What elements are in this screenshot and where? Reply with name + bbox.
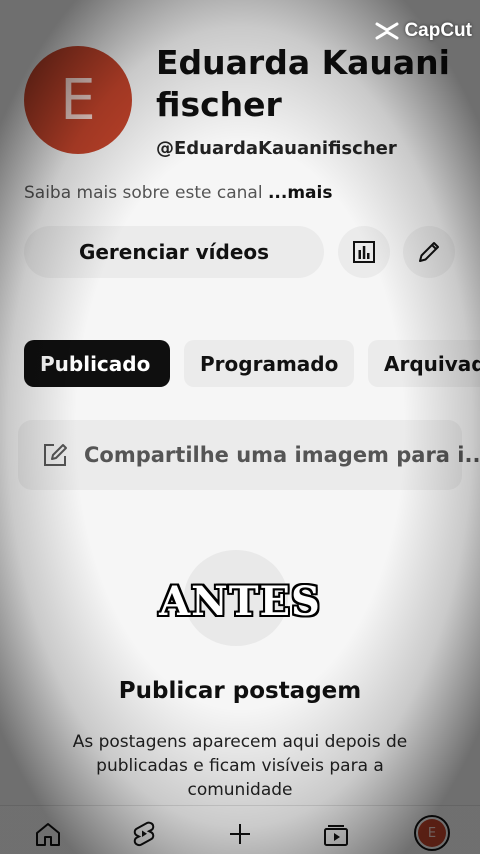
antes-overlay-caption: ANTES	[159, 578, 321, 625]
shorts-icon	[133, 821, 155, 847]
channel-name: Eduarda Kauani fischer	[156, 43, 450, 124]
nav-home[interactable]	[32, 818, 64, 850]
nav-profile-avatar[interactable]: E	[414, 815, 450, 851]
nav-avatar-letter: E	[418, 819, 446, 847]
home-icon	[36, 823, 60, 846]
empty-state-title: Publicar postagem	[118, 678, 362, 704]
about-more-link[interactable]: ...mais	[268, 183, 333, 203]
nav-shorts[interactable]	[128, 818, 160, 850]
channel-avatar-letter: E	[60, 67, 96, 133]
channel-about-link[interactable]: Saiba mais sobre este canal ...mais	[24, 183, 332, 203]
channel-handle: @EduardaKauanifischer	[156, 138, 397, 159]
compose-post-field[interactable]: Compartilhe uma imagem para i...	[18, 420, 480, 490]
pencil-icon	[419, 242, 439, 262]
capcut-label: CapCut	[404, 20, 472, 41]
compose-edit-icon	[44, 444, 67, 466]
nav-subscriptions[interactable]	[320, 818, 352, 850]
compose-placeholder: Compartilhe uma imagem para i...	[84, 443, 480, 467]
edit-channel-button[interactable]	[403, 226, 455, 278]
manage-videos-button[interactable]: Gerenciar vídeos	[24, 226, 324, 278]
bottom-navigation: E	[0, 805, 480, 854]
capcut-logo-icon	[375, 22, 399, 40]
capcut-watermark: CapCut	[375, 20, 472, 42]
tab-programado[interactable]: Programado	[184, 340, 354, 387]
create-icon	[230, 824, 250, 844]
tab-arquivado[interactable]: Arquivad	[368, 340, 480, 387]
analytics-button[interactable]	[338, 226, 390, 278]
analytics-icon	[353, 241, 375, 263]
tab-publicado[interactable]: Publicado	[24, 340, 170, 387]
empty-state-description: As postagens aparecem aqui depois de pub…	[72, 732, 408, 800]
subscriptions-icon	[324, 825, 348, 846]
channel-avatar[interactable]: E	[24, 46, 132, 154]
nav-create[interactable]	[224, 818, 256, 850]
about-text: Saiba mais sobre este canal	[24, 183, 268, 203]
